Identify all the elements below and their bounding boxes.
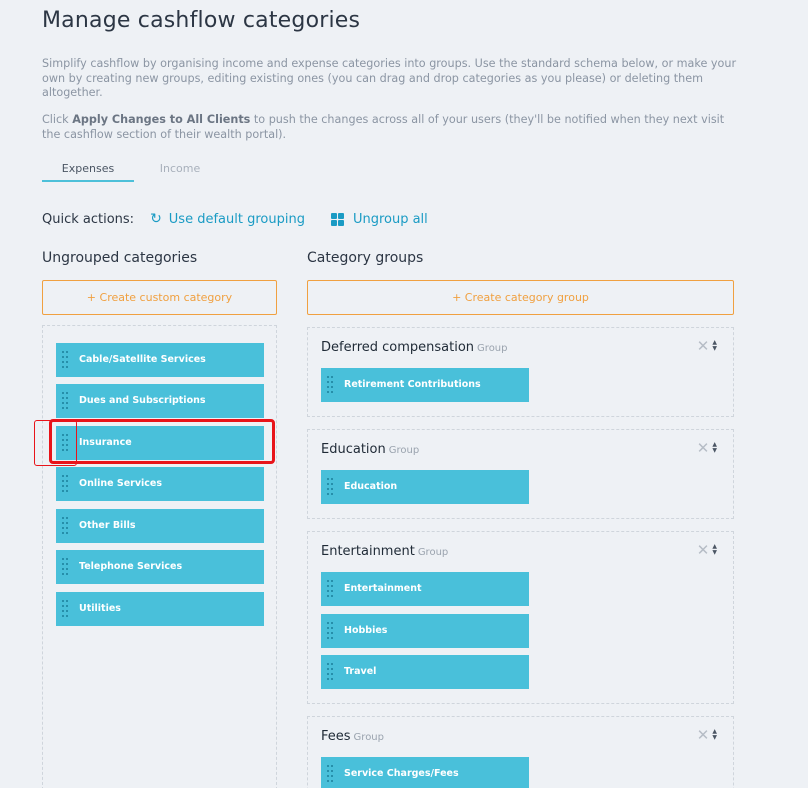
page-title: Manage cashflow categories xyxy=(42,8,361,33)
ungroup-all-label: Ungroup all xyxy=(352,211,428,227)
group-title[interactable]: Deferred compensation Group xyxy=(321,340,508,355)
tab-income[interactable]: Income xyxy=(134,160,226,182)
ungrouped-heading: Ungrouped categories xyxy=(42,250,198,266)
drag-handle-icon[interactable] xyxy=(62,600,68,618)
close-icon[interactable]: ✕ xyxy=(697,543,710,558)
selection-highlight xyxy=(49,419,275,464)
category-chip-label: Hobbies xyxy=(344,624,388,636)
category-chip-label: Dues and Subscriptions xyxy=(79,395,206,406)
group-title[interactable]: Education Group xyxy=(321,442,419,457)
close-icon[interactable]: ✕ xyxy=(697,339,710,354)
category-chip[interactable]: Utilities xyxy=(56,592,264,626)
group-name: Entertainment xyxy=(321,544,415,559)
drag-handle-icon[interactable] xyxy=(327,478,333,496)
category-chip[interactable]: Other Bills xyxy=(56,509,264,543)
group-controls: ✕ ▲ ▼ xyxy=(697,339,717,354)
apply-changes-emphasis: Apply Changes to All Clients xyxy=(72,113,251,126)
category-chip[interactable]: Travel xyxy=(321,655,529,689)
category-chip-label: Education xyxy=(344,481,398,492)
category-chip[interactable]: Dues and Subscriptions xyxy=(56,384,264,418)
use-default-grouping-link[interactable]: ↻ Use default grouping xyxy=(150,211,305,227)
refresh-icon: ↻ xyxy=(150,211,162,227)
drag-handle-highlight xyxy=(34,420,77,466)
group-suffix: Group xyxy=(353,732,384,743)
grid-icon xyxy=(330,212,344,226)
create-category-group-button[interactable]: + Create category group xyxy=(307,280,734,315)
drag-handle-icon[interactable] xyxy=(62,475,68,493)
group-suffix: Group xyxy=(417,547,449,558)
apply-changes-description: Click Apply Changes to All Clients to pu… xyxy=(42,113,725,141)
category-chip-label: Travel xyxy=(344,666,377,677)
drag-handle-icon[interactable] xyxy=(327,580,333,598)
sort-icon[interactable]: ▲ ▼ xyxy=(712,442,717,454)
group-suffix: Group xyxy=(477,343,508,354)
drag-handle-icon[interactable] xyxy=(327,376,333,394)
category-chip[interactable]: Service Charges/Fees xyxy=(321,757,529,788)
drag-handle-icon[interactable] xyxy=(62,351,68,369)
group-suffix: Group xyxy=(388,445,420,456)
group-controls: ✕ ▲ ▼ xyxy=(697,728,717,743)
group-name: Education xyxy=(321,442,386,457)
category-chip[interactable]: Retirement Contributions xyxy=(321,368,529,402)
category-chip-label: Cable/Satellite Services xyxy=(79,354,206,365)
category-chip-label: Online Services xyxy=(79,478,163,489)
drag-handle-icon[interactable] xyxy=(62,392,68,410)
drag-handle-icon[interactable] xyxy=(62,558,68,576)
group-name: Fees xyxy=(321,729,351,744)
category-chip-label: Other Bills xyxy=(79,520,136,531)
drag-handle-icon[interactable] xyxy=(327,663,333,681)
category-chip[interactable]: Online Services xyxy=(56,467,264,501)
sort-icon[interactable]: ▲ ▼ xyxy=(712,729,717,741)
category-groups-heading: Category groups xyxy=(307,250,424,266)
drag-handle-icon[interactable] xyxy=(62,517,68,535)
category-chip-label: Entertainment xyxy=(344,583,422,594)
group-controls: ✕ ▲ ▼ xyxy=(697,543,717,558)
category-chip-label: Telephone Services xyxy=(79,561,183,572)
close-icon[interactable]: ✕ xyxy=(697,728,710,743)
page-description: Simplify cashflow by organising income a… xyxy=(42,57,737,99)
sort-icon[interactable]: ▲ ▼ xyxy=(712,340,717,352)
category-type-tabs: Expenses Income xyxy=(42,160,226,182)
category-chip[interactable]: Education xyxy=(321,470,529,504)
close-icon[interactable]: ✕ xyxy=(697,441,710,456)
category-chip-label: Utilities xyxy=(79,603,121,614)
drag-handle-icon[interactable] xyxy=(327,765,333,783)
category-chip[interactable]: Cable/Satellite Services xyxy=(56,343,264,377)
use-default-grouping-label: Use default grouping xyxy=(168,211,305,227)
category-chip[interactable]: Hobbies xyxy=(321,613,529,648)
category-chip[interactable]: Telephone Services xyxy=(56,550,264,584)
quick-actions-label: Quick actions: xyxy=(42,211,135,227)
ungroup-all-link[interactable]: Ungroup all xyxy=(330,211,428,227)
category-chip[interactable]: Entertainment xyxy=(321,572,529,606)
category-chip-label: Service Charges/Fees xyxy=(344,768,459,779)
quick-actions: Quick actions: ↻ Use default grouping Un… xyxy=(42,211,428,227)
create-custom-category-button[interactable]: + Create custom category xyxy=(42,280,277,315)
group-name: Deferred compensation xyxy=(321,340,475,355)
sort-icon[interactable]: ▲ ▼ xyxy=(712,544,717,556)
group-title[interactable]: Entertainment Group xyxy=(321,544,448,559)
group-title[interactable]: Fees Group xyxy=(321,729,384,744)
group-controls: ✕ ▲ ▼ xyxy=(697,441,717,456)
drag-handle-icon[interactable] xyxy=(327,621,333,640)
category-chip-label: Retirement Contributions xyxy=(344,379,481,390)
tab-expenses[interactable]: Expenses xyxy=(42,160,134,182)
